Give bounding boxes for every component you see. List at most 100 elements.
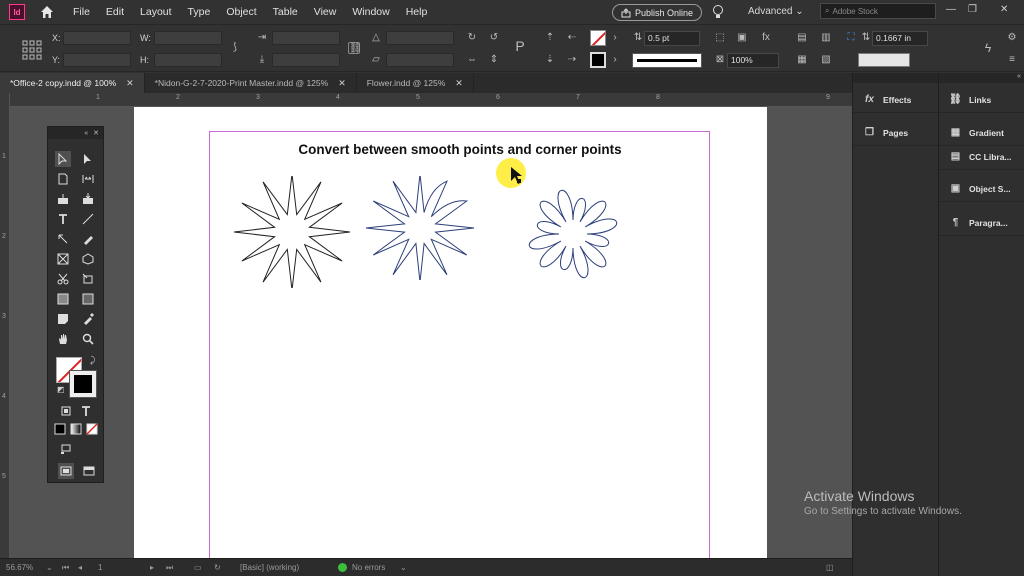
screen-mode-button[interactable] xyxy=(58,441,74,457)
object-style-box[interactable] xyxy=(858,53,910,67)
formatting-container-toggle[interactable] xyxy=(58,403,74,419)
free-transform-tool[interactable] xyxy=(80,271,96,287)
last-page-icon[interactable]: ⏭ xyxy=(166,563,173,573)
prev-page-icon[interactable]: ◂ xyxy=(78,563,82,572)
star-shape-partially-smooth[interactable] xyxy=(362,176,478,280)
scale-y-input[interactable] xyxy=(272,53,340,67)
zoom-chevron-icon[interactable]: ⌄ xyxy=(46,563,53,572)
menu-table[interactable]: Table xyxy=(265,0,306,24)
menu-type[interactable]: Type xyxy=(180,0,219,24)
page-title-text[interactable]: Convert between smooth points and corner… xyxy=(260,142,660,157)
gradient-swatch-tool[interactable] xyxy=(55,291,71,307)
menu-layout[interactable]: Layout xyxy=(132,0,180,24)
w-input[interactable] xyxy=(154,31,222,45)
restore-button[interactable]: ❐ xyxy=(968,4,977,15)
fill-chevron-icon[interactable]: › xyxy=(609,32,621,44)
apply-color-button[interactable] xyxy=(52,421,68,437)
menu-object[interactable]: Object xyxy=(218,0,264,24)
align-center-icon[interactable]: ▥ xyxy=(820,32,832,44)
panel-column-1-header[interactable] xyxy=(853,73,939,83)
normal-view-button[interactable] xyxy=(58,463,74,479)
preview-view-button[interactable] xyxy=(81,463,97,479)
panel-menu-icon[interactable]: ≡ xyxy=(1006,54,1018,66)
vertical-ruler[interactable]: 1 2 3 4 5 xyxy=(0,93,10,558)
selection-tool[interactable] xyxy=(55,151,71,167)
page-tool[interactable] xyxy=(55,171,71,187)
stock-search-input[interactable]: ⌕ Adobe Stock xyxy=(820,3,936,19)
x-input[interactable] xyxy=(63,31,131,45)
home-icon[interactable] xyxy=(39,4,55,20)
content-collector-tool[interactable] xyxy=(55,191,71,207)
apply-none-button[interactable] xyxy=(84,421,100,437)
select-content-icon[interactable]: ⇣ xyxy=(544,54,556,66)
lightbulb-icon[interactable] xyxy=(712,4,724,20)
panel-gradient[interactable]: ▦ Gradient xyxy=(939,120,1024,146)
close-tab-icon[interactable]: ✕ xyxy=(455,78,463,89)
align-right-icon[interactable]: ▧ xyxy=(820,54,832,66)
reference-point-icon[interactable] xyxy=(22,40,42,60)
flip-p-icon[interactable]: P xyxy=(514,39,526,53)
open-document-icon[interactable]: ▭ xyxy=(194,563,202,572)
hand-tool[interactable] xyxy=(55,331,71,347)
next-page-icon[interactable]: ▸ xyxy=(150,563,154,572)
rotate-cw-icon[interactable]: ↻ xyxy=(466,32,478,44)
menu-edit[interactable]: Edit xyxy=(98,0,132,24)
close-tab-icon[interactable]: ✕ xyxy=(338,78,346,89)
close-icon[interactable]: ✕ xyxy=(93,129,99,137)
type-tool[interactable] xyxy=(55,211,71,227)
scissors-tool[interactable] xyxy=(55,271,71,287)
content-placer-tool[interactable] xyxy=(80,191,96,207)
select-container-icon[interactable]: ⇡ xyxy=(544,32,556,44)
gap-tool-icon[interactable]: ⛶ xyxy=(845,32,857,44)
offset-stepper-icon[interactable]: ⇅ xyxy=(860,32,872,44)
fx-icon[interactable]: fx xyxy=(760,32,772,44)
fill-swatch[interactable] xyxy=(590,30,606,46)
gradient-feather-tool[interactable] xyxy=(80,291,96,307)
stroke-weight-input[interactable]: 0.5 pt xyxy=(644,31,700,46)
h-input[interactable] xyxy=(154,53,222,67)
close-tab-icon[interactable]: ✕ xyxy=(126,78,134,89)
workspace-switcher[interactable]: Advanced ⌄ xyxy=(748,6,804,17)
menu-file[interactable]: File xyxy=(65,0,98,24)
line-tool[interactable] xyxy=(80,211,96,227)
panel-object-styles[interactable]: ▣ Object S... xyxy=(939,176,1024,202)
stroke-swatch-large[interactable] xyxy=(70,371,96,397)
minimize-button[interactable]: — xyxy=(946,4,956,15)
collapse-icon[interactable]: « xyxy=(1017,73,1021,80)
apply-gradient-button[interactable] xyxy=(68,421,84,437)
tab-nidon-print-master[interactable]: *Nidon-G-2-7-2020-Print Master.indd @ 12… xyxy=(145,73,357,93)
refresh-icon[interactable]: ↻ xyxy=(214,563,221,572)
align-left-icon[interactable]: ▤ xyxy=(796,32,808,44)
tab-office-2-copy[interactable]: *Office-2 copy.indd @ 100% ✕ xyxy=(0,73,145,93)
preflight-chevron-icon[interactable]: ⌄ xyxy=(400,563,407,572)
drop-shadow-icon[interactable]: ▣ xyxy=(736,32,748,44)
y-input[interactable] xyxy=(63,53,131,67)
quick-actions-icon[interactable]: ϟ xyxy=(982,42,994,54)
zoom-tool[interactable] xyxy=(80,331,96,347)
polygon-tool[interactable] xyxy=(80,251,96,267)
tab-flower[interactable]: Flower.indd @ 125% ✕ xyxy=(357,73,474,93)
panel-column-2-header[interactable]: « xyxy=(939,73,1024,83)
rotation-input[interactable] xyxy=(386,31,454,45)
menu-view[interactable]: View xyxy=(306,0,345,24)
star-shape-corner[interactable] xyxy=(230,176,354,288)
split-view-icon[interactable]: ◫ xyxy=(826,563,834,572)
opacity-input[interactable]: 100% xyxy=(727,53,779,68)
select-next-icon[interactable]: ⇢ xyxy=(566,54,578,66)
rectangle-frame-tool[interactable] xyxy=(55,251,71,267)
close-button[interactable]: ✕ xyxy=(1000,4,1008,15)
panel-effects[interactable]: fx Effects xyxy=(853,87,938,113)
stroke-swatch[interactable] xyxy=(590,52,606,68)
panel-cc-libraries[interactable]: ▤ CC Libra... xyxy=(939,144,1024,170)
formatting-text-toggle[interactable] xyxy=(78,403,94,419)
panel-paragraph-styles[interactable]: ¶ Paragra... xyxy=(939,210,1024,236)
menu-window[interactable]: Window xyxy=(344,0,397,24)
flip-horizontal-icon[interactable]: ⇔ xyxy=(466,54,478,66)
direct-selection-tool[interactable] xyxy=(80,151,96,167)
panel-pages[interactable]: ❐ Pages xyxy=(853,120,938,146)
constrain-icon[interactable]: ⟆ xyxy=(229,42,241,54)
tools-panel-header[interactable]: «✕ xyxy=(48,127,103,139)
scale-x-input[interactable] xyxy=(272,31,340,45)
shear-input[interactable] xyxy=(386,53,454,67)
select-prev-icon[interactable]: ⇠ xyxy=(566,32,578,44)
